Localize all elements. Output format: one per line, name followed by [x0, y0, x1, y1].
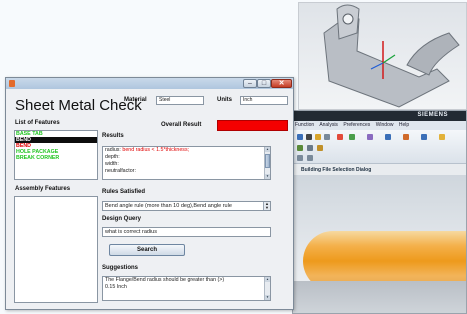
cad-menu-preferences[interactable]: Preferences [343, 122, 370, 128]
spinner-arrows-icon[interactable]: ▲ ▼ [263, 202, 270, 210]
suggestions-scrollbar[interactable]: ▲ ▼ [264, 277, 270, 300]
rules-satisfied-select[interactable]: Bend angle rule (more than 10 deg),Bend … [102, 201, 271, 211]
cad-tool-icon[interactable] [367, 134, 373, 140]
cad-menu-help[interactable]: Help [399, 122, 409, 128]
scroll-up-icon[interactable]: ▲ [265, 277, 270, 282]
cad-tool-icon[interactable] [403, 134, 409, 140]
suggestions-label: Suggestions [102, 265, 139, 271]
result-radius-warning: bend radius < 1.5*thickness; [122, 147, 190, 153]
units-field[interactable]: Inch [240, 96, 288, 105]
cad-tool-icon[interactable] [297, 134, 303, 140]
result-depth-line: depth: [105, 154, 120, 160]
result-width-line: width: [105, 161, 119, 167]
minimize-button[interactable]: – [243, 79, 257, 88]
cad-tool-icon[interactable] [297, 145, 303, 151]
rules-satisfied-label: Rules Satisfied [102, 189, 146, 195]
cad-tool-icon[interactable] [337, 134, 343, 140]
overall-result-label: Overall Result [161, 122, 202, 128]
scroll-up-icon[interactable]: ▲ [265, 147, 270, 152]
design-query-label: Design Query [102, 216, 142, 222]
cad-tool-icon[interactable] [349, 134, 355, 140]
sheet-metal-part-image [323, 4, 460, 108]
suggestion-line: The Flange/Bend radius should be greater… [105, 277, 225, 283]
maximize-button[interactable]: □ [257, 79, 271, 88]
cad-tool-icon[interactable] [307, 155, 313, 161]
result-radius-prefix: radius: [105, 147, 123, 153]
result-neutralfactor-line: neutralfactor: [105, 168, 136, 174]
scroll-thumb[interactable] [265, 154, 270, 168]
java-app-icon [9, 80, 15, 87]
design-query-input[interactable]: what is correct radius [102, 227, 271, 237]
cad-menu-window[interactable]: Window [376, 122, 394, 128]
cad-tool-icon[interactable] [307, 145, 313, 151]
cad-brand-logo: SIEMENS [417, 112, 448, 118]
cad-tool-icon[interactable] [421, 134, 427, 140]
cad-tool-icon[interactable] [324, 134, 330, 140]
suggestion-line: 0.15 Inch [105, 284, 127, 290]
cad-tool-icon[interactable] [297, 155, 303, 161]
cad-menu-function[interactable]: Function [295, 122, 314, 128]
result-radius-line: radius: bend radius < 1.5*thickness; [103, 147, 270, 154]
cad-menubar[interactable]: Function Analysis Preferences Window Hel… [293, 121, 466, 130]
scroll-down-icon[interactable]: ▼ [265, 295, 270, 300]
overall-result-indicator [217, 120, 288, 131]
cad-tool-icon[interactable] [317, 145, 323, 151]
rules-satisfied-value: Bend angle rule (more than 10 deg),Bend … [105, 203, 232, 209]
results-textarea[interactable]: radius: bend radius < 1.5*thickness; dep… [102, 146, 271, 180]
cad-application-window: SIEMENS Function Analysis Preferences Wi… [292, 110, 467, 314]
cad-tool-icon[interactable] [385, 134, 391, 140]
list-of-features-label: List of Features [15, 120, 60, 126]
window-titlebar[interactable]: – □ ✕ [6, 78, 293, 89]
cad-tool-icon[interactable] [439, 134, 445, 140]
scroll-down-icon[interactable]: ▼ [265, 174, 270, 179]
cad-tool-icon[interactable] [306, 134, 312, 140]
feature-item-break-corner[interactable]: BREAK CORNER [15, 155, 97, 161]
results-scrollbar[interactable]: ▲ ▼ [264, 147, 270, 179]
cad-model-floor [293, 281, 466, 313]
search-button[interactable]: Search [109, 244, 185, 256]
cad-tool-icon[interactable] [315, 134, 321, 140]
assembly-features-label: Assembly Features [15, 186, 71, 192]
suggestions-textarea[interactable]: The Flange/Bend radius should be greater… [102, 276, 271, 301]
app-title: Sheet Metal Check [15, 97, 142, 114]
cad-dialog-label: Building File Selection Dialog [301, 167, 372, 173]
sheet-metal-check-window: – □ ✕ Sheet Metal Check Material Steel U… [5, 77, 294, 310]
cad-menu-analysis[interactable]: Analysis [319, 122, 338, 128]
material-field[interactable]: Steel [156, 96, 204, 105]
assembly-features-list[interactable] [14, 196, 98, 303]
cad-titlebar: SIEMENS [293, 111, 466, 121]
material-label: Material [124, 97, 147, 103]
close-button[interactable]: ✕ [271, 79, 292, 88]
results-label: Results [102, 133, 124, 139]
features-list[interactable]: BASE TAB BEND BEND HOLE PACKAGE BREAK CO… [14, 130, 98, 180]
units-label: Units [217, 97, 232, 103]
cad-part-preview [298, 2, 467, 110]
cad-toolbar[interactable] [293, 130, 466, 164]
